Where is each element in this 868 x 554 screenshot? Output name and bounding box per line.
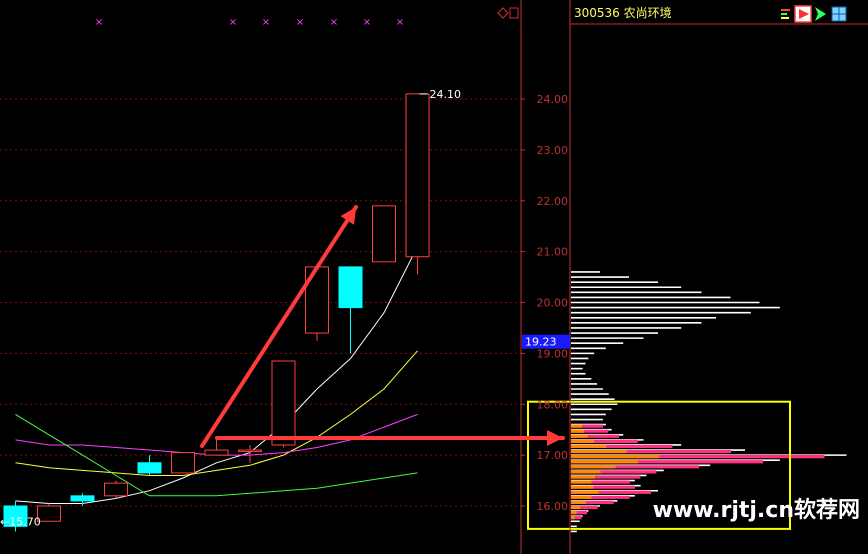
top-marker: × [296,17,304,28]
chart-background [0,0,868,554]
y-tick-label: 23.00 [537,144,569,157]
candle-body [271,360,296,446]
top-marker: × [363,17,371,28]
stock-title: 300536 农尚环境 [574,6,672,20]
top-marker: × [229,17,237,28]
low-label: ←15.70 [0,515,41,528]
y-tick-label: 18.00 [537,398,569,411]
top-marker: × [95,17,103,28]
top-marker: × [262,17,270,28]
watermark: www.rjtj.cn软荐网 [652,498,860,523]
candle-body [372,205,396,263]
candle-body [104,482,128,497]
top-marker: × [396,17,404,28]
top-marker: × [330,17,338,28]
y-tick-label: 19.00 [537,347,569,360]
price-tag-label: 19.23 [525,336,557,349]
y-tick-label: 20.00 [537,297,569,310]
y-tick-label: 22.00 [537,195,569,208]
chart-canvas: 24.00 23.00 22.00 21.00 20.00 19.00 18.00 17.00… [0,0,868,554]
candle-body [338,266,363,309]
candle-body [171,452,195,474]
y-tick-label: 21.00 [537,246,569,259]
candle-body [70,495,95,502]
y-tick-label: 17.00 [537,449,569,462]
y-tick-label: 24.00 [537,93,569,106]
candle-body [137,462,162,474]
candle-body [204,449,229,456]
y-tick-label: 16.00 [537,500,569,513]
candle-body [405,93,430,258]
candle-body [37,505,61,522]
candle-body [238,449,262,453]
high-label: 24.10 [430,88,462,101]
